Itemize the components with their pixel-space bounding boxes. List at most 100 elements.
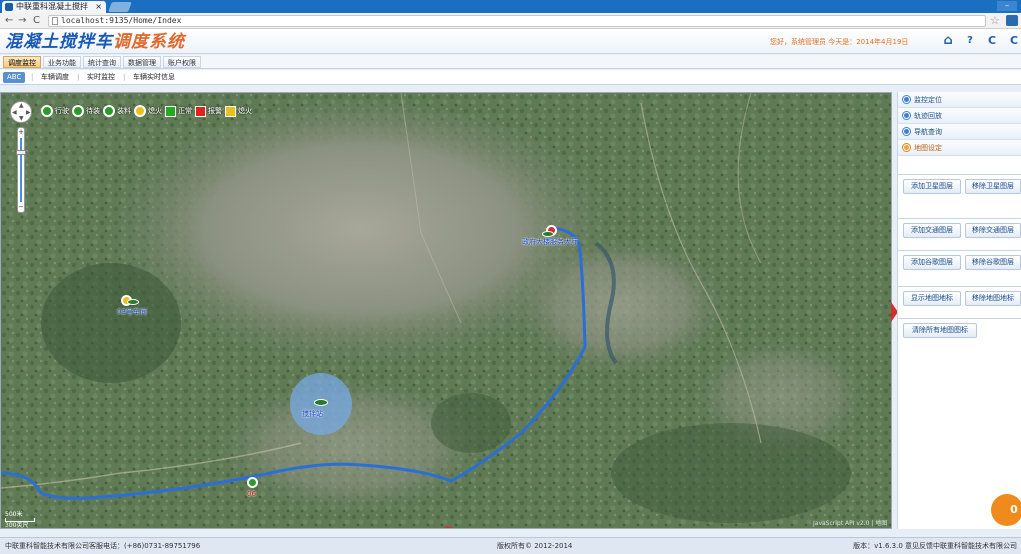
bookmark-star-icon[interactable]: ☆ bbox=[990, 14, 1000, 28]
floating-count-badge[interactable]: 0 bbox=[991, 494, 1021, 526]
tab-title: 中联重科混凝土搅拌 bbox=[16, 2, 88, 11]
circle-bullet-icon bbox=[903, 112, 910, 119]
status-waiting-icon bbox=[72, 105, 84, 117]
footer-copyright: 版权所有© 2012-2014 bbox=[497, 542, 573, 550]
map-marker-vehicle-06[interactable]: 06 bbox=[247, 477, 258, 498]
menu-item-account-permissions[interactable]: 账户权限 bbox=[163, 56, 201, 68]
map-copyright: JavaScript API v2.0 | 地图数据 bbox=[813, 520, 888, 527]
app-logo: 混凝土搅拌车调度系统 bbox=[5, 32, 185, 52]
marker-label: 03号车间 bbox=[117, 308, 147, 316]
button-row-google: 添加谷歌图层 移除谷歌图层 bbox=[898, 250, 1021, 274]
status-alarm-icon bbox=[195, 105, 206, 117]
submenu-item-vehicle-dispatch[interactable]: 车辆调度 bbox=[37, 72, 73, 83]
menu-item-dispatch-monitor[interactable]: 调度监控 bbox=[3, 56, 41, 68]
browser-tab[interactable]: 中联重科混凝土搅拌 × bbox=[2, 1, 106, 13]
url-text: localhost:9135/Home/Index bbox=[61, 16, 182, 25]
logout-icon[interactable]: C bbox=[1006, 33, 1021, 49]
section-map-settings[interactable]: 地图设定 bbox=[898, 140, 1021, 156]
secondary-menu: ABC | 车辆调度 | 实时监控 | 车辆实时信息 bbox=[0, 70, 1021, 85]
pan-down-icon[interactable]: ▼ bbox=[19, 116, 24, 122]
menu-item-business[interactable]: 业务功能 bbox=[43, 56, 81, 68]
menu-divider: | bbox=[31, 73, 34, 81]
logo-text-main: 混凝土搅拌车 bbox=[5, 32, 113, 52]
forward-button[interactable]: → bbox=[18, 14, 26, 28]
section-monitor-location[interactable]: 监控定位 bbox=[898, 92, 1021, 108]
menu-item-statistics[interactable]: 统计查询 bbox=[83, 56, 121, 68]
menu-divider: | bbox=[77, 73, 80, 81]
status-engine-off-icon bbox=[134, 105, 146, 117]
map-scale: 500米 300英尺 bbox=[5, 511, 35, 528]
tab-close-icon[interactable]: × bbox=[95, 1, 102, 13]
logo-text-accent: 调度系统 bbox=[113, 32, 185, 52]
menu-item-data-management[interactable]: 数据管理 bbox=[123, 56, 161, 68]
status-engine-off-square-icon bbox=[225, 105, 236, 117]
remove-google-layer-button[interactable]: 移除谷歌图层 bbox=[965, 255, 1021, 270]
map-marker-gov-hall[interactable]: 政府大楼服务大厅 bbox=[522, 225, 578, 246]
legend-item-waiting: 待装 bbox=[72, 105, 100, 117]
status-driving-icon bbox=[41, 105, 53, 117]
submenu-item-abc[interactable]: ABC bbox=[3, 72, 26, 83]
section-navigation-query[interactable]: 导航查询 bbox=[898, 124, 1021, 140]
home-icon[interactable]: ⌂ bbox=[940, 33, 956, 49]
legend-item-driving: 行驶 bbox=[41, 105, 69, 117]
remove-traffic-layer-button[interactable]: 移除交通图层 bbox=[965, 223, 1021, 238]
primary-menu: 调度监控 业务功能 统计查询 数据管理 账户权限 bbox=[0, 55, 1021, 69]
clear-all-map-icons-button[interactable]: 清除所有地图图标 bbox=[903, 323, 977, 338]
section-track-playback[interactable]: 轨迹回放 bbox=[898, 108, 1021, 124]
button-row-clear: 清除所有地图图标 bbox=[898, 318, 1021, 342]
reload-button[interactable]: C bbox=[33, 14, 40, 28]
marker-label: 政府大楼服务大厅 bbox=[522, 238, 578, 246]
submenu-item-vehicle-info[interactable]: 车辆实时信息 bbox=[129, 72, 179, 83]
pan-up-icon[interactable]: ▲ bbox=[19, 103, 24, 109]
legend-item-normal: 正常 bbox=[165, 105, 192, 117]
marker-label: 搅拌站 bbox=[302, 410, 323, 418]
button-row-traffic: 添加交通图层 移除交通图层 bbox=[898, 218, 1021, 242]
window-minimize-button[interactable]: – bbox=[997, 1, 1017, 11]
welcome-text: 您好，系统管理员 今天是：2014年4月19日 bbox=[770, 38, 909, 46]
pan-left-icon[interactable]: ◀ bbox=[12, 110, 17, 116]
map-canvas[interactable]: ▲ ▼ ◀ ▶ + − 行驶 待装 装料 熄火 正常 报警 熄火 政府大楼服务大… bbox=[0, 92, 892, 529]
footer-contact: 中联重科智能技术有限公司客服电话：(+86)0731-89751796 bbox=[5, 542, 201, 550]
legend-item-engine-off: 熄火 bbox=[134, 105, 162, 117]
extension-icon[interactable] bbox=[1006, 15, 1018, 26]
app-header: 混凝土搅拌车调度系统 您好，系统管理员 今天是：2014年4月19日 ⌂ ? C… bbox=[0, 29, 1021, 54]
zoom-track[interactable] bbox=[20, 138, 22, 202]
help-icon[interactable]: ? bbox=[962, 33, 978, 49]
footer-version: 版本：v1.6.3.0 意见反馈中联重科智能技术有限公司 bbox=[853, 542, 1017, 550]
new-tab-button[interactable] bbox=[108, 2, 132, 12]
map-zoom-control[interactable]: + − bbox=[16, 127, 26, 213]
map-legend: 行驶 待装 装料 熄火 正常 报警 熄火 bbox=[41, 103, 255, 119]
page-footer: 中联重科智能技术有限公司客服电话：(+86)0731-89751796 版权所有… bbox=[0, 537, 1021, 554]
legend-item-alarm: 报警 bbox=[195, 105, 222, 117]
favicon-icon bbox=[5, 3, 13, 11]
zoom-slider-handle[interactable] bbox=[16, 150, 26, 155]
url-input[interactable]: localhost:9135/Home/Index bbox=[48, 15, 986, 27]
button-row-landmarks: 显示地图地标 移除地图地标 bbox=[898, 286, 1021, 310]
add-google-layer-button[interactable]: 添加谷歌图层 bbox=[903, 255, 961, 270]
right-control-panel: 监控定位 轨迹回放 导航查询 地图设定 添加卫星图层 移除卫星图层 添加交通图层… bbox=[897, 92, 1021, 529]
status-normal-icon bbox=[165, 105, 176, 117]
pan-right-icon[interactable]: ▶ bbox=[26, 110, 31, 116]
marker-label: 06 bbox=[247, 490, 256, 498]
circle-bullet-icon bbox=[903, 96, 910, 103]
station-icon bbox=[314, 399, 328, 406]
show-map-landmarks-button[interactable]: 显示地图地标 bbox=[903, 291, 961, 306]
button-row-satellite: 添加卫星图层 移除卫星图层 bbox=[898, 174, 1021, 198]
add-traffic-layer-button[interactable]: 添加交通图层 bbox=[903, 223, 961, 238]
remove-satellite-layer-button[interactable]: 移除卫星图层 bbox=[965, 179, 1021, 194]
page-icon bbox=[52, 17, 58, 25]
legend-item-loading: 装料 bbox=[103, 105, 131, 117]
circle-bullet-icon bbox=[903, 128, 910, 135]
submenu-item-realtime-monitor[interactable]: 实时监控 bbox=[83, 72, 119, 83]
map-marker-vehicle-03[interactable]: 03号车间 bbox=[117, 295, 147, 316]
browser-tabbar: 中联重科混凝土搅拌 × – bbox=[0, 0, 1021, 13]
normal-marker-icon bbox=[247, 477, 258, 488]
map-pan-control[interactable]: ▲ ▼ ◀ ▶ bbox=[10, 101, 32, 123]
truck-icon bbox=[127, 299, 139, 305]
add-satellite-layer-button[interactable]: 添加卫星图层 bbox=[903, 179, 961, 194]
remove-map-landmarks-button[interactable]: 移除地图地标 bbox=[965, 291, 1021, 306]
refresh-icon[interactable]: C bbox=[984, 33, 1000, 49]
zoom-in-icon[interactable]: + bbox=[18, 129, 24, 136]
back-button[interactable]: ← bbox=[5, 14, 13, 28]
zoom-out-icon[interactable]: − bbox=[18, 204, 24, 211]
